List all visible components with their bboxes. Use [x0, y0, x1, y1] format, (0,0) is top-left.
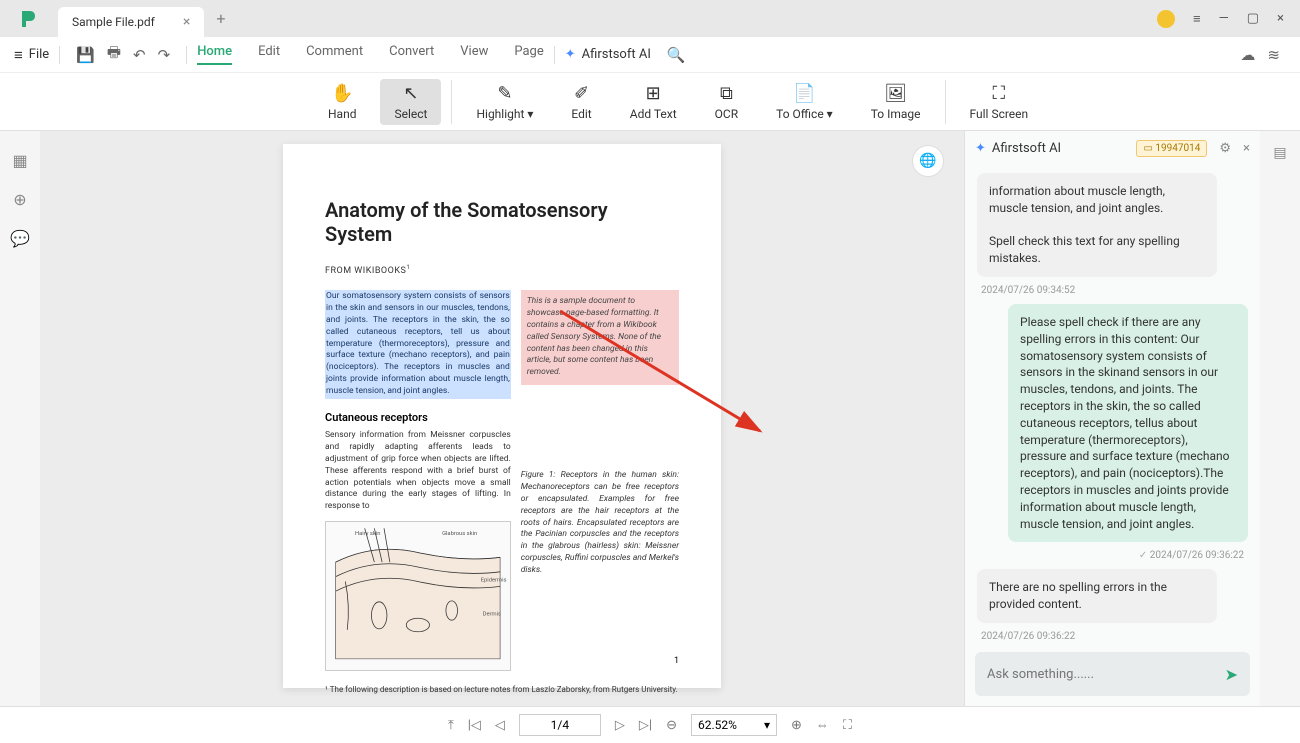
save-icon[interactable]: 💾 — [76, 46, 95, 64]
note-box: This is a sample document to showcase pa… — [521, 290, 679, 385]
timestamp: 2024/07/26 09:34:52 — [981, 285, 1244, 296]
tab-close-icon[interactable]: × — [183, 14, 190, 30]
cloud-icon[interactable]: ☁ — [1240, 46, 1255, 64]
user-avatar[interactable] — [1157, 10, 1175, 28]
properties-icon[interactable]: ▤ — [1273, 145, 1286, 161]
sparkle-icon: ✦ — [975, 141, 986, 156]
timestamp: 2024/07/26 09:36:22 — [1139, 550, 1244, 561]
minimize-icon[interactable]: — — [1219, 11, 1229, 26]
ai-message: information about muscle length, muscle … — [977, 173, 1217, 277]
tab-page[interactable]: Page — [514, 44, 543, 65]
prev-page-icon[interactable]: ◁ — [495, 718, 505, 733]
highlighted-text[interactable]: Our somatosensory system consists of sen… — [325, 290, 511, 399]
maximize-icon[interactable]: ▢ — [1247, 11, 1259, 26]
to-office-tool[interactable]: 📄To Office ▾ — [762, 79, 847, 125]
first-page-icon[interactable]: |◁ — [468, 718, 481, 733]
svg-text:Dermis: Dermis — [483, 612, 501, 618]
zoom-in-icon[interactable]: ⊕ — [791, 718, 802, 733]
svg-text:Hairy skin: Hairy skin — [355, 531, 380, 537]
ai-panel: ✦ Afirstsoft AI ▭ 19947014 ⚙ × informati… — [964, 131, 1260, 706]
statusbar: ⤒ |◁ ◁ ▷ ▷| ⊖ 62.52%▾ ⊕ ⇔ ⛶ — [0, 706, 1300, 743]
svg-text:Glabrous skin: Glabrous skin — [442, 531, 477, 537]
edit-tool[interactable]: ✐Edit — [557, 79, 605, 125]
document-tab[interactable]: Sample File.pdf × — [58, 7, 204, 37]
hand-tool[interactable]: ✋Hand — [314, 79, 370, 125]
add-text-tool[interactable]: ⊞Add Text — [616, 79, 691, 125]
tab-edit[interactable]: Edit — [258, 44, 280, 65]
doc-title: Anatomy of the Somatosensory System — [325, 198, 679, 246]
scroll-top-icon[interactable]: ⤒ — [448, 718, 454, 733]
tab-title: Sample File.pdf — [72, 15, 155, 29]
settings-icon[interactable]: ⚙ — [1219, 141, 1231, 156]
page-number: 1 — [674, 656, 679, 666]
toolbar: ✋Hand ↖Select ✎Highlight ▾ ✐Edit ⊞Add Te… — [0, 73, 1300, 131]
ai-input-box[interactable]: ➤ — [975, 652, 1250, 696]
figure-caption: Figure 1: Receptors in the human skin: M… — [521, 470, 679, 577]
redo-icon[interactable]: ↷ — [158, 46, 171, 64]
fit-page-icon[interactable]: ⛶ — [843, 718, 852, 733]
tab-home[interactable]: Home — [197, 44, 232, 65]
to-image-tool[interactable]: 🖼To Image — [857, 79, 935, 125]
subheading: Cutaneous receptors — [325, 411, 679, 424]
comments-icon[interactable]: 💬 — [10, 229, 30, 248]
pdf-page: Anatomy of the Somatosensory System FROM… — [283, 144, 721, 688]
ai-panel-header: ✦ Afirstsoft AI ▭ 19947014 ⚙ × — [965, 131, 1260, 165]
zoom-out-icon[interactable]: ⊖ — [666, 718, 677, 733]
user-message: Please spell check if there are any spel… — [1008, 304, 1248, 542]
menu-tabs: Home Edit Comment Convert View Page — [197, 44, 544, 65]
right-rail: ▤ — [1260, 131, 1300, 706]
ai-message: There are no spelling errors in the prov… — [977, 569, 1217, 623]
fit-width-icon[interactable]: ⇔ — [816, 717, 829, 733]
footnote: ¹ The following description is based on … — [325, 685, 679, 694]
highlight-tool[interactable]: ✎Highlight ▾ — [462, 79, 547, 125]
last-page-icon[interactable]: ▷| — [639, 718, 652, 733]
timestamp: 2024/07/26 09:36:22 — [981, 631, 1244, 642]
page-input[interactable] — [519, 714, 601, 736]
tab-convert[interactable]: Convert — [389, 44, 434, 65]
new-tab-button[interactable]: + — [216, 9, 225, 28]
translate-float-button[interactable]: 🌐 — [912, 145, 944, 177]
select-tool[interactable]: ↖Select — [380, 79, 441, 125]
credits-badge[interactable]: ▭ 19947014 — [1136, 140, 1207, 157]
figure-illustration: Hairy skin Glabrous skin Epidermis Dermi… — [325, 521, 511, 671]
body-paragraph: Sensory information from Meissner corpus… — [325, 430, 511, 513]
ocr-tool[interactable]: ⧉OCR — [701, 79, 752, 125]
doc-source: FROM WIKIBOOKS1 — [325, 264, 679, 276]
more-icon[interactable]: ≋ — [1267, 46, 1280, 64]
hamburger-icon[interactable]: ≡ — [1193, 11, 1201, 27]
titlebar: Sample File.pdf × + ≡ — ▢ × — [0, 0, 1300, 37]
undo-icon[interactable]: ↶ — [133, 46, 146, 64]
ai-brand-button[interactable]: ✦Afirstsoft AI — [565, 47, 651, 62]
bookmark-icon[interactable]: ⊕ — [13, 190, 26, 209]
left-rail: ▦ ⊕ 💬 — [0, 131, 40, 706]
document-viewport[interactable]: Anatomy of the Somatosensory System FROM… — [40, 131, 964, 706]
search-icon[interactable]: 🔍 — [667, 46, 686, 64]
file-menu[interactable]: ≡File — [14, 46, 49, 64]
close-panel-icon[interactable]: × — [1243, 141, 1250, 156]
menubar: ≡File 💾 🖶 ↶ ↷ Home Edit Comment Convert … — [0, 37, 1300, 73]
thumbnails-icon[interactable]: ▦ — [12, 151, 27, 170]
ai-text-input[interactable] — [987, 667, 1225, 682]
tab-comment[interactable]: Comment — [306, 44, 363, 65]
app-logo — [14, 4, 44, 34]
next-page-icon[interactable]: ▷ — [615, 718, 625, 733]
print-icon[interactable]: 🖶 — [107, 42, 121, 67]
tab-view[interactable]: View — [460, 44, 488, 65]
svg-text:Epidermis: Epidermis — [481, 578, 507, 584]
fullscreen-tool[interactable]: ⛶Full Screen — [956, 79, 1043, 125]
close-icon[interactable]: × — [1277, 11, 1284, 26]
zoom-select[interactable]: 62.52%▾ — [691, 714, 777, 736]
ai-panel-title: Afirstsoft AI — [992, 141, 1061, 156]
send-icon[interactable]: ➤ — [1225, 665, 1238, 684]
ai-conversation[interactable]: information about muscle length, muscle … — [965, 165, 1260, 646]
